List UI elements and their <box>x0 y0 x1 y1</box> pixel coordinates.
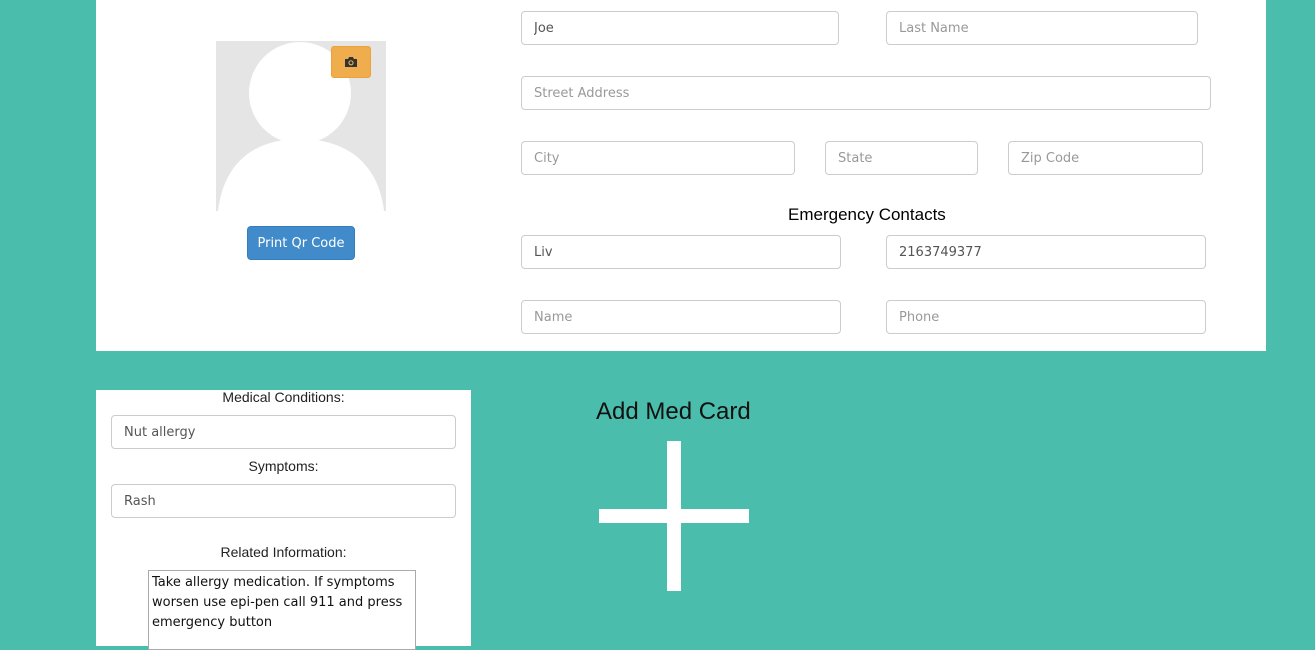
first-name-input[interactable] <box>521 11 839 45</box>
print-qr-code-button[interactable]: Print Qr Code <box>247 226 355 260</box>
emergency-contact-phone-input-2[interactable] <box>886 300 1206 334</box>
medical-conditions-label: Medical Conditions: <box>222 389 345 405</box>
camera-icon <box>345 57 357 67</box>
related-information-label: Related Information: <box>220 544 347 560</box>
street-address-input[interactable] <box>521 76 1211 110</box>
emergency-contact-phone-input[interactable] <box>886 235 1206 269</box>
emergency-contacts-heading: Emergency Contacts <box>788 205 946 224</box>
medical-conditions-input[interactable] <box>111 415 456 449</box>
last-name-input[interactable] <box>886 11 1198 45</box>
related-information-textarea[interactable]: Take allergy medication. If symptoms wor… <box>148 570 416 650</box>
add-med-card-title: Add Med Card <box>596 398 751 425</box>
state-input[interactable] <box>825 141 978 175</box>
plus-icon-horizontal[interactable] <box>599 509 749 523</box>
emergency-contact-name-input[interactable] <box>521 235 841 269</box>
city-input[interactable] <box>521 141 795 175</box>
upload-photo-button[interactable] <box>331 46 371 78</box>
symptoms-input[interactable] <box>111 484 456 518</box>
emergency-contact-name-input-2[interactable] <box>521 300 841 334</box>
symptoms-label: Symptoms: <box>248 458 319 474</box>
zip-code-input[interactable] <box>1008 141 1203 175</box>
